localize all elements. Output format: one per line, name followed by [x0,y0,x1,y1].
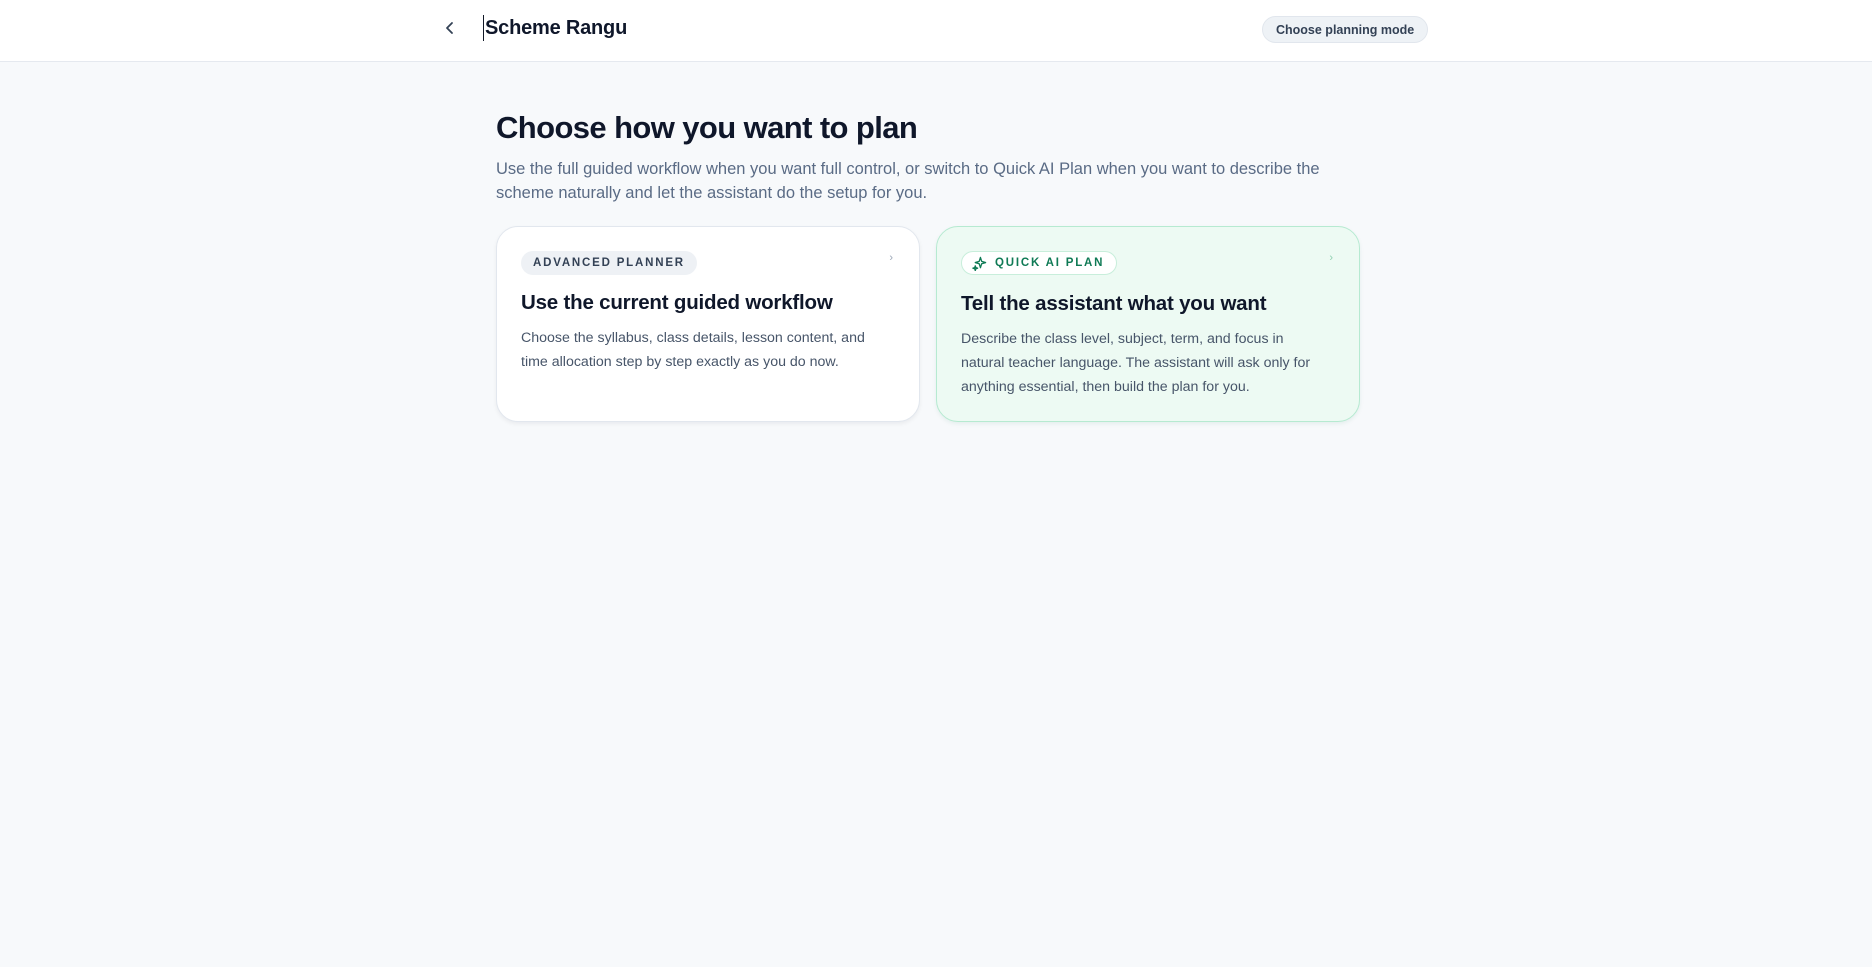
main-content: Choose how you want to plan Use the full… [496,108,1360,422]
quick-ai-plan-badge-label: QUICK AI PLAN [995,257,1105,269]
planning-mode-options: ADVANCED PLANNER › Use the current guide… [496,226,1360,422]
advanced-planner-description: Choose the syllabus, class details, less… [521,330,865,370]
planning-mode-badge[interactable]: Choose planning mode [1262,16,1429,43]
quick-ai-plan-badge: QUICK AI PLAN [961,251,1118,275]
chevron-right-icon: › [1329,252,1333,264]
quick-ai-plan-description: Describe the class level, subject, term,… [961,330,1311,395]
chevron-left-icon [446,22,453,34]
advanced-planner-title: Use the current guided workflow [521,291,833,314]
advanced-planner-card[interactable]: ADVANCED PLANNER › Use the current guide… [496,226,920,422]
page-title[interactable]: Scheme Rangu [483,15,627,41]
back-button[interactable] [436,14,464,42]
section-description: Use the full guided workflow when you wa… [496,160,1320,202]
quick-ai-plan-title: Tell the assistant what you want [961,291,1267,315]
advanced-planner-badge: ADVANCED PLANNER [521,251,697,275]
sparkle-icon [972,256,987,271]
top-bar: Scheme Rangu Choose planning mode [0,0,1872,62]
quick-ai-plan-card[interactable]: QUICK AI PLAN › Tell the assistant what … [936,226,1360,422]
section-heading: Choose how you want to plan [496,110,918,145]
chevron-right-icon: › [889,252,893,264]
